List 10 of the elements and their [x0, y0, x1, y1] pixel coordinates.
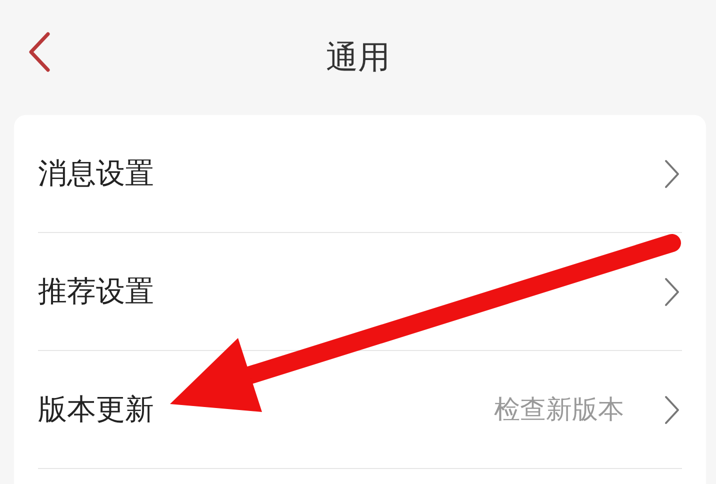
chevron-icon — [664, 276, 680, 306]
settings-row[interactable]: 消息设置 — [38, 115, 682, 233]
page-title: 通用 — [326, 36, 390, 78]
row-label: 推荐设置 — [38, 272, 155, 310]
row-label: 版本更新 — [38, 390, 155, 428]
row-value: 检查新版本 — [494, 394, 624, 427]
chevron-icon — [664, 158, 680, 188]
back-icon[interactable] — [28, 32, 50, 72]
chevron-icon — [664, 394, 680, 424]
row-label: 消息设置 — [38, 154, 155, 192]
